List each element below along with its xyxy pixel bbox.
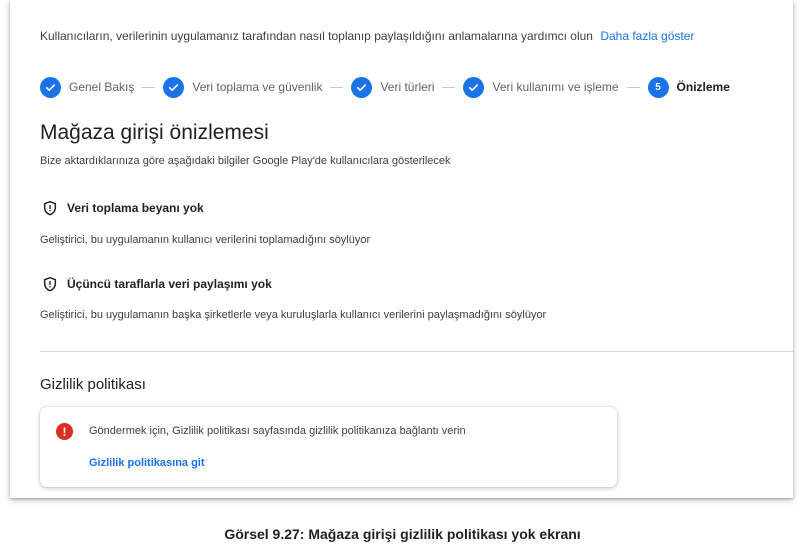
divider <box>40 351 793 352</box>
error-icon: ! <box>56 423 73 440</box>
step-connector <box>142 86 156 88</box>
step-data-collection[interactable]: Veri toplama ve güvenlik <box>163 76 323 98</box>
check-icon <box>351 76 373 98</box>
shield-alert-icon <box>43 276 57 292</box>
store-listing-card: Kullanıcıların, verilerinin uygulamanız … <box>10 0 793 498</box>
intro-text: Kullanıcıların, verilerinin uygulamanız … <box>40 29 593 43</box>
privacy-heading: Gizlilik politikası <box>40 376 146 393</box>
shield-alert-icon <box>43 200 57 216</box>
check-icon <box>40 76 61 98</box>
show-more-link[interactable]: Daha fazla göster <box>600 29 694 43</box>
alert-message: Göndermek için, Gizlilik politikası sayf… <box>89 425 466 437</box>
step-label: Veri toplama ve güvenlik <box>192 80 323 94</box>
privacy-alert-card: ! Göndermek için, Gizlilik politikası sa… <box>40 407 617 487</box>
intro-text-row: Kullanıcıların, verilerinin uygulamanız … <box>40 29 694 43</box>
section-title: Üçüncü taraflarla veri paylaşımı yok <box>67 277 272 291</box>
section-description: Geliştirici, bu uygulamanın kullanıcı ve… <box>40 234 371 246</box>
step-connector <box>442 86 456 88</box>
step-overview[interactable]: Genel Bakış <box>40 76 135 98</box>
step-label: Veri kullanımı ve işleme <box>492 80 619 94</box>
page-title: Mağaza girişi önizlemesi <box>40 121 269 144</box>
step-connector <box>626 86 640 88</box>
section-heading: Üçüncü taraflarla veri paylaşımı yok <box>42 276 272 292</box>
section-title: Veri toplama beyanı yok <box>67 201 204 215</box>
section-heading: Veri toplama beyanı yok <box>42 200 204 216</box>
step-connector <box>330 86 344 88</box>
step-data-types[interactable]: Veri türleri <box>351 76 435 98</box>
step-label: Veri türleri <box>380 80 435 94</box>
step-number-badge: 5 <box>647 76 669 98</box>
progress-stepper: Genel Bakış Veri toplama ve güvenlik Ver… <box>40 75 730 99</box>
go-to-privacy-policy-link[interactable]: Gizlilik politikasına git <box>89 457 205 469</box>
check-icon <box>163 76 185 98</box>
step-label: Önizleme <box>676 80 730 94</box>
step-label: Genel Bakış <box>69 80 135 94</box>
step-preview[interactable]: 5 Önizleme <box>647 76 730 98</box>
check-icon <box>463 76 485 98</box>
section-description: Geliştirici, bu uygulamanın başka şirket… <box>40 309 547 321</box>
page-subtitle: Bize aktardıklarınıza göre aşağıdaki bil… <box>40 155 451 167</box>
figure-caption: Görsel 9.27: Mağaza girişi gizlilik poli… <box>224 526 581 542</box>
step-data-usage[interactable]: Veri kullanımı ve işleme <box>463 76 619 98</box>
